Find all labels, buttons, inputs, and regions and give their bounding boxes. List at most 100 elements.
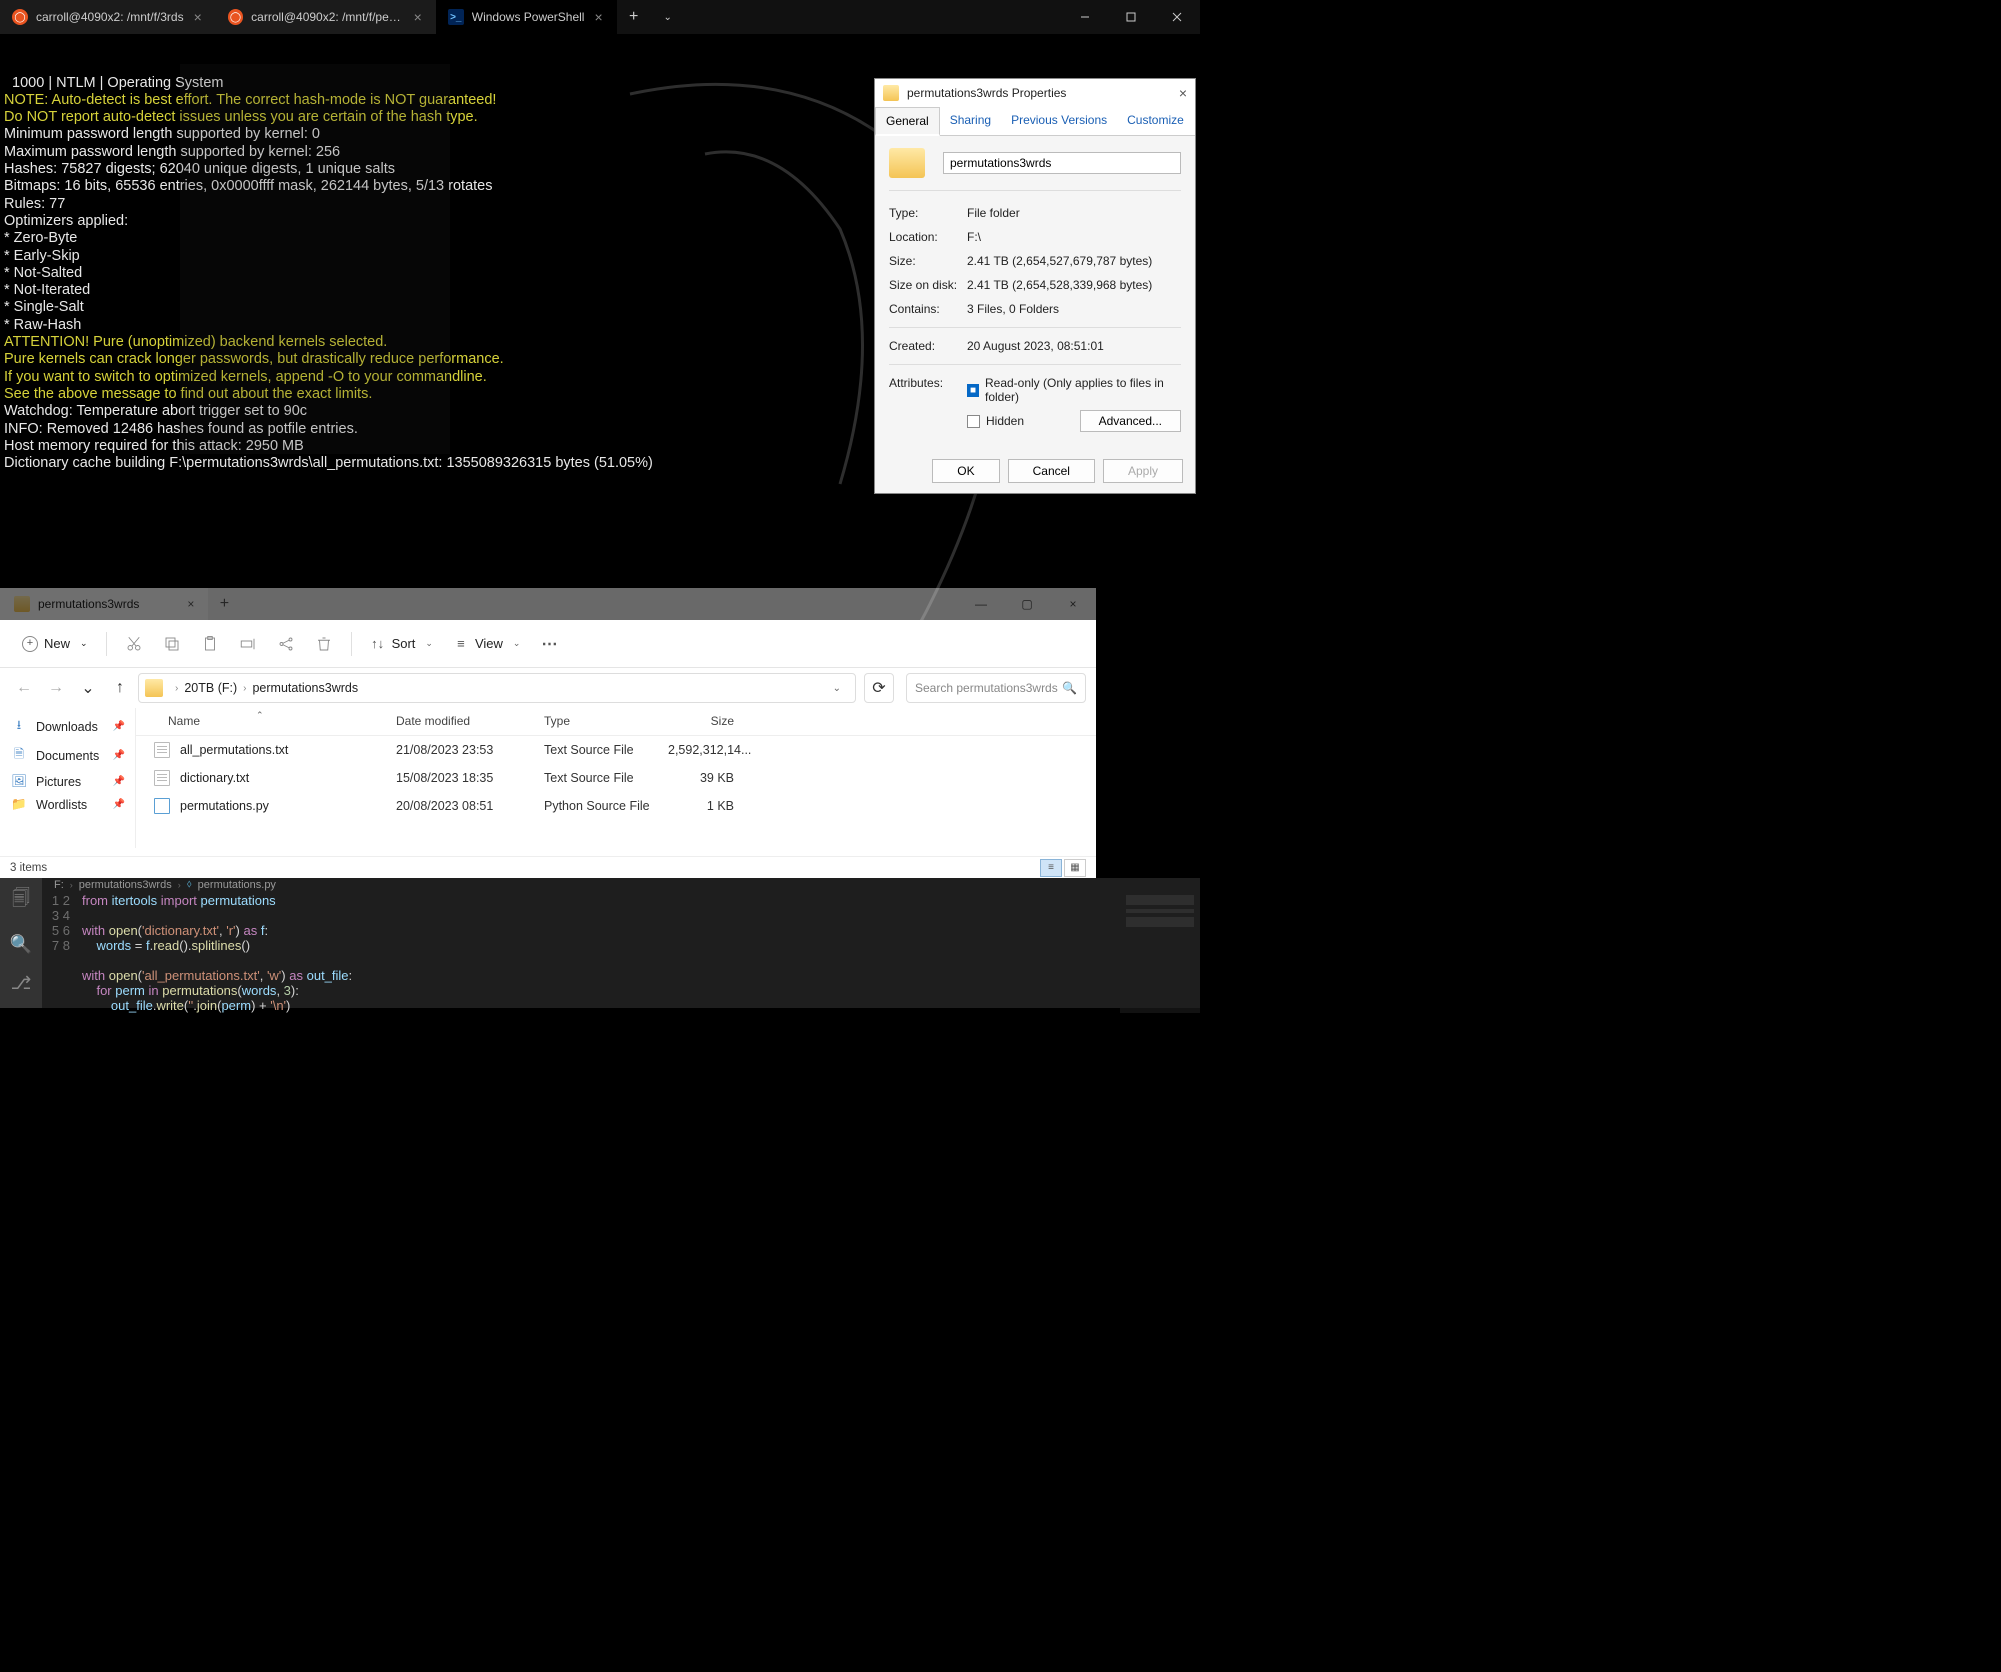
crumb-dir[interactable]: permutations3wrds bbox=[252, 681, 358, 695]
readonly-label: Read-only (Only applies to files in fold… bbox=[985, 376, 1181, 404]
chevron-right-icon: › bbox=[239, 683, 250, 694]
folder-icon bbox=[145, 679, 163, 697]
sidebar-item-downloads[interactable]: ⭳Downloads📌 bbox=[0, 712, 135, 741]
search-input[interactable]: Search permutations3wrds 🔍 bbox=[906, 673, 1086, 703]
refresh-button[interactable]: ⟳ bbox=[864, 673, 894, 703]
sort-button[interactable]: ↑↓Sort⌄ bbox=[362, 630, 441, 658]
dialog-title-bar[interactable]: permutations3wrds Properties × bbox=[875, 79, 1195, 107]
copy-button[interactable] bbox=[155, 627, 189, 661]
tab-general[interactable]: General bbox=[875, 107, 940, 136]
sidebar-item-wordlists[interactable]: 📁Wordlists📌 bbox=[0, 793, 135, 816]
delete-button[interactable] bbox=[307, 627, 341, 661]
ubuntu-icon: ◯ bbox=[228, 9, 243, 25]
vscode-editor[interactable]: 1 2 3 4 5 6 7 8 from itertools import pe… bbox=[42, 891, 1200, 1013]
documents-icon: 🗎 bbox=[10, 745, 28, 766]
pin-icon: 📌 bbox=[113, 799, 125, 810]
col-name-header[interactable]: Name bbox=[136, 708, 396, 735]
chevron-down-icon[interactable]: ⌄ bbox=[825, 683, 849, 694]
value-created: 20 August 2023, 08:51:01 bbox=[967, 339, 1181, 353]
minimap[interactable] bbox=[1120, 891, 1200, 1013]
tab-previous-versions[interactable]: Previous Versions bbox=[1001, 107, 1117, 135]
share-button[interactable] bbox=[269, 627, 303, 661]
new-tab-button[interactable]: + bbox=[208, 595, 240, 613]
col-type-header[interactable]: Type bbox=[544, 708, 668, 735]
file-icon bbox=[154, 770, 170, 786]
col-date-header[interactable]: Date modified bbox=[396, 708, 544, 735]
sidebar-item-label: Documents bbox=[36, 749, 99, 763]
tab-label: carroll@4090x2: /mnt/f/3rds bbox=[36, 10, 184, 24]
hidden-label: Hidden bbox=[986, 414, 1024, 428]
explorer-toolbar: +New⌄ ↑↓Sort⌄ ≡View⌄ ⋯ bbox=[0, 620, 1096, 668]
tab-dropdown[interactable]: ⌄ bbox=[651, 0, 685, 34]
more-button[interactable]: ⋯ bbox=[532, 627, 566, 661]
close-icon[interactable]: × bbox=[1179, 85, 1187, 101]
back-button[interactable]: ← bbox=[10, 674, 38, 702]
icons-view-button[interactable]: ▦ bbox=[1064, 859, 1086, 877]
explorer-tab-bar: permutations3wrds × + — ▢ × bbox=[0, 588, 1096, 620]
close-button[interactable]: × bbox=[1050, 597, 1096, 611]
maximize-button[interactable] bbox=[1108, 0, 1154, 34]
pictures-icon: 🖼 bbox=[10, 774, 28, 789]
tab-customize[interactable]: Customize bbox=[1117, 107, 1194, 135]
dialog-tabs: General Sharing Previous Versions Custom… bbox=[875, 107, 1195, 136]
file-row[interactable]: dictionary.txt15/08/2023 18:35Text Sourc… bbox=[136, 764, 1096, 792]
file-size: 2,592,312,14... bbox=[668, 743, 748, 757]
cut-button[interactable] bbox=[117, 627, 151, 661]
terminal-tab-0[interactable]: ◯ carroll@4090x2: /mnt/f/3rds × bbox=[0, 0, 216, 34]
terminal-tab-2[interactable]: >_ Windows PowerShell × bbox=[436, 0, 617, 34]
col-size-header[interactable]: Size bbox=[668, 708, 748, 735]
tab-sharing[interactable]: Sharing bbox=[940, 107, 1001, 135]
forward-button[interactable]: → bbox=[42, 674, 70, 702]
close-icon[interactable]: × bbox=[192, 9, 204, 25]
file-row[interactable]: permutations.py20/08/2023 08:51Python So… bbox=[136, 792, 1096, 820]
terminal-tab-1[interactable]: ◯ carroll@4090x2: /mnt/f/permu × bbox=[216, 0, 436, 34]
vscode-breadcrumb[interactable]: F:› permutations3wrds› ⬨ permutations.py bbox=[42, 878, 1200, 891]
crumb-root[interactable]: 20TB (F:) bbox=[184, 681, 237, 695]
up-button[interactable]: ↑ bbox=[106, 674, 134, 702]
explorer-icon[interactable]: 🗐 bbox=[12, 886, 30, 916]
code-content[interactable]: from itertools import permutations with … bbox=[82, 891, 1120, 1013]
close-icon[interactable]: × bbox=[592, 9, 604, 25]
crumb-segment[interactable]: permutations3wrds bbox=[79, 879, 172, 891]
chevron-down-icon: ⌄ bbox=[425, 638, 433, 649]
sidebar-item-documents[interactable]: 🗎Documents📌 bbox=[0, 741, 135, 770]
view-button[interactable]: ≡View⌄ bbox=[445, 630, 529, 658]
divider bbox=[106, 632, 107, 656]
folder-icon bbox=[883, 85, 899, 101]
maximize-button[interactable]: ▢ bbox=[1004, 597, 1050, 611]
cancel-button[interactable]: Cancel bbox=[1008, 459, 1095, 483]
close-icon[interactable]: × bbox=[412, 9, 424, 25]
file-type: Text Source File bbox=[544, 743, 668, 757]
ok-button[interactable]: OK bbox=[932, 459, 999, 483]
paste-button[interactable] bbox=[193, 627, 227, 661]
minimize-button[interactable] bbox=[1062, 0, 1108, 34]
file-row[interactable]: all_permutations.txt21/08/2023 23:53Text… bbox=[136, 736, 1096, 764]
rename-button[interactable] bbox=[231, 627, 265, 661]
minimize-button[interactable]: — bbox=[958, 597, 1004, 611]
apply-button[interactable]: Apply bbox=[1103, 459, 1183, 483]
advanced-button[interactable]: Advanced... bbox=[1080, 410, 1181, 432]
search-icon[interactable]: 🔍 bbox=[10, 934, 32, 955]
downloads-icon: ⭳ bbox=[10, 716, 28, 737]
recent-button[interactable]: ⌄ bbox=[74, 674, 102, 702]
crumb-segment[interactable]: permutations.py bbox=[198, 879, 276, 891]
new-tab-button[interactable]: + bbox=[617, 0, 651, 34]
explorer-tab[interactable]: permutations3wrds × bbox=[0, 588, 208, 620]
breadcrumb[interactable]: › 20TB (F:) › permutations3wrds ⌄ bbox=[138, 673, 856, 703]
source-control-icon[interactable]: ⎇ bbox=[11, 973, 32, 994]
tab-label: Windows PowerShell bbox=[472, 10, 585, 24]
readonly-checkbox[interactable]: ■ Read-only (Only applies to files in fol… bbox=[967, 376, 1181, 404]
checkbox-icon: ■ bbox=[967, 384, 979, 397]
file-name: all_permutations.txt bbox=[180, 743, 396, 757]
folder-name-input[interactable] bbox=[943, 152, 1181, 174]
close-button[interactable] bbox=[1154, 0, 1200, 34]
crumb-segment[interactable]: F: bbox=[54, 879, 64, 891]
close-icon[interactable]: × bbox=[187, 597, 194, 611]
label-attributes: Attributes: bbox=[889, 376, 967, 432]
new-button[interactable]: +New⌄ bbox=[14, 630, 96, 658]
file-icon bbox=[154, 742, 170, 758]
label-type: Type: bbox=[889, 206, 967, 220]
hidden-checkbox[interactable]: Hidden bbox=[967, 414, 1024, 428]
sidebar-item-pictures[interactable]: 🖼Pictures📌 bbox=[0, 770, 135, 793]
details-view-button[interactable]: ≡ bbox=[1040, 859, 1062, 877]
